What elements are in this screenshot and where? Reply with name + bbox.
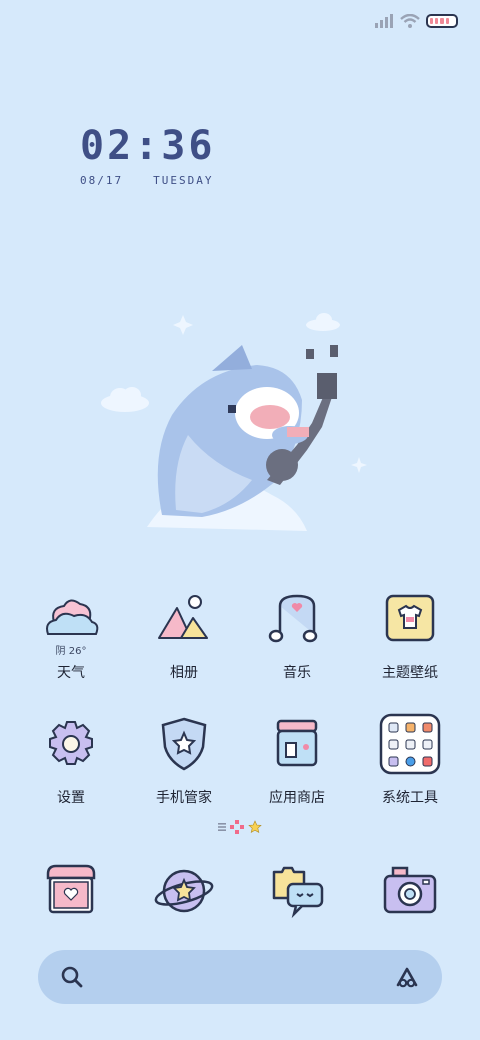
camera-icon[interactable] — [379, 860, 441, 922]
signal-icon — [375, 14, 393, 28]
app-label: 系统工具 — [382, 790, 438, 806]
browser-planet-icon[interactable] — [153, 860, 215, 922]
messages-chat-icon[interactable] — [266, 860, 328, 922]
search-bar[interactable] — [38, 950, 442, 1004]
settings-gear-icon — [40, 713, 102, 775]
app-label: 音乐 — [283, 665, 311, 681]
gallery-mountain-icon — [153, 588, 215, 650]
app-label: 相册 — [170, 665, 198, 681]
weather-cloud-icon — [40, 588, 102, 650]
app-app-store[interactable]: 应用商店 — [242, 713, 352, 807]
app-weather[interactable]: 阴 26° 天气 — [16, 588, 126, 682]
app-theme-wallpaper[interactable]: 主题壁纸 — [355, 588, 465, 682]
app-music[interactable]: 音乐 — [242, 588, 352, 682]
app-system-tools-folder[interactable]: 系统工具 — [355, 713, 465, 807]
clock-weekday: TUESDAY — [153, 174, 214, 187]
assistant-a-icon[interactable] — [394, 965, 420, 989]
app-settings[interactable]: 设置 — [16, 713, 126, 807]
clock-date: 08/17 — [80, 174, 124, 187]
app-label: 应用商店 — [269, 790, 325, 806]
theme-shirt-icon — [379, 588, 441, 650]
app-label: 天气 — [57, 665, 85, 681]
clock-time: 02:36 — [80, 123, 216, 169]
app-store-icon — [266, 713, 328, 775]
search-icon[interactable] — [60, 965, 84, 989]
battery-icon — [426, 14, 458, 28]
phone-icon[interactable] — [40, 860, 102, 922]
sparkle-page-dot-icon — [230, 820, 244, 834]
app-phone-manager[interactable]: 手机管家 — [129, 713, 239, 807]
app-gallery[interactable]: 相册 — [129, 588, 239, 682]
app-label: 手机管家 — [156, 790, 212, 806]
star-page-dot-icon — [248, 820, 262, 834]
clock-widget[interactable]: 02:36 08/17 TUESDAY — [80, 126, 215, 187]
dock — [0, 860, 480, 930]
status-bar — [374, 10, 458, 32]
weather-condition: 阴 26° — [55, 646, 87, 657]
shark-wallpaper-illustration — [101, 313, 367, 531]
security-shield-icon — [153, 713, 215, 775]
menu-lines-icon — [218, 823, 226, 831]
page-indicator[interactable] — [0, 820, 480, 834]
system-tools-folder-icon — [379, 713, 441, 775]
music-note-icon — [266, 588, 328, 650]
app-label: 主题壁纸 — [382, 665, 438, 681]
app-label: 设置 — [57, 790, 85, 806]
wifi-icon — [400, 14, 420, 28]
